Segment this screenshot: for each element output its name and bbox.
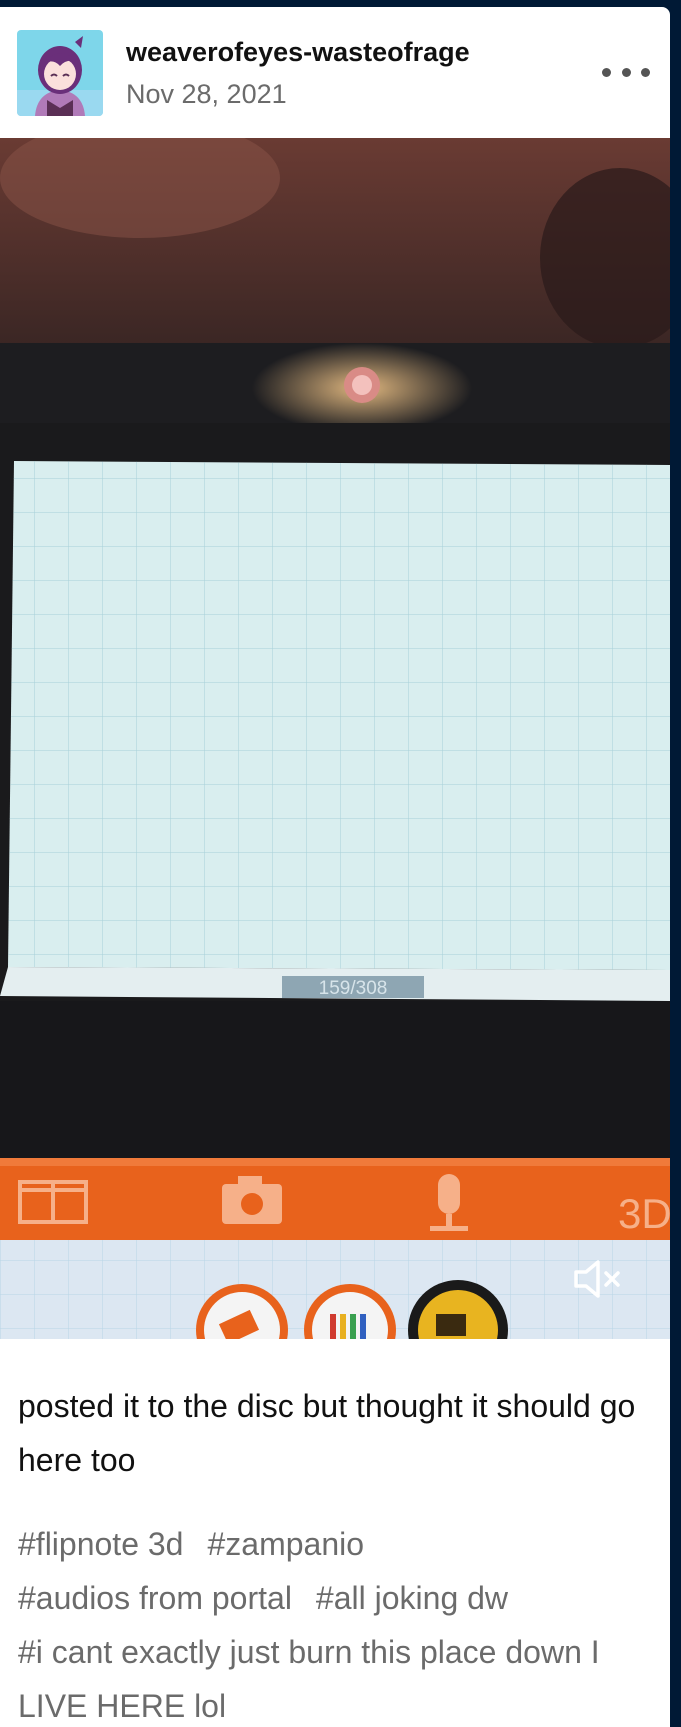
post-caption: posted it to the disc but thought it sho… bbox=[18, 1388, 636, 1478]
tag-link[interactable]: #all joking dw bbox=[316, 1580, 508, 1616]
frame-counter: 159/308 bbox=[319, 978, 388, 999]
tag-link[interactable]: #audios from portal bbox=[18, 1580, 292, 1616]
tag-list: #flipnote 3d #zampanio #audios from porta… bbox=[18, 1517, 658, 1727]
post-card: weaverofeyes-wasteofrage Nov 28, 2021 15… bbox=[0, 7, 670, 1727]
tag-link[interactable]: #flipnote 3d bbox=[18, 1526, 183, 1562]
video-frame: 159/308 3D bbox=[0, 138, 670, 1339]
dot bbox=[641, 67, 650, 77]
video-player[interactable]: 159/308 3D bbox=[0, 138, 670, 1339]
post-date[interactable]: Nov 28, 2021 bbox=[126, 79, 287, 110]
dot bbox=[621, 67, 631, 77]
dot bbox=[602, 67, 611, 77]
avatar-image bbox=[17, 30, 103, 116]
speaker-muted-icon[interactable] bbox=[572, 1258, 624, 1300]
post-header: weaverofeyes-wasteofrage Nov 28, 2021 bbox=[0, 7, 670, 138]
ellipsis-icon[interactable] bbox=[602, 57, 650, 87]
tag-link[interactable]: #zampanio bbox=[207, 1526, 364, 1562]
blog-name-link[interactable]: weaverofeyes-wasteofrage bbox=[126, 37, 470, 68]
avatar[interactable] bbox=[17, 30, 103, 116]
toolbar-3d-label: 3D bbox=[618, 1190, 670, 1237]
